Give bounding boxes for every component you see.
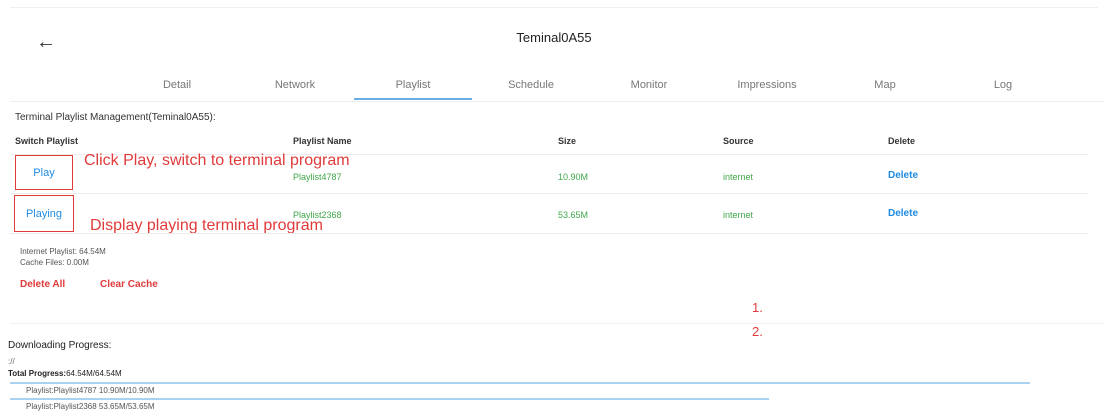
tab-monitor[interactable]: Monitor [590, 70, 708, 100]
download-path: :// [8, 357, 15, 366]
tab-detail[interactable]: Detail [118, 70, 236, 100]
playlist-name: Playlist2368 [293, 210, 342, 220]
delete-link[interactable]: Delete [888, 170, 918, 181]
tab-impressions[interactable]: Impressions [708, 70, 826, 100]
section-divider [10, 323, 1105, 324]
header-source: Source [723, 136, 754, 146]
delete-all-button[interactable]: Delete All [20, 279, 65, 290]
playlist-download-item: Playlist:Playlist2368 53.65M/53.65M [26, 402, 155, 411]
table-row-divider [10, 193, 1088, 194]
tab-playlist[interactable]: Playlist [354, 70, 472, 100]
page-title: Teminal0A55 [516, 30, 592, 45]
tab-log[interactable]: Log [944, 70, 1062, 100]
play-button[interactable]: Play [15, 155, 73, 190]
playlist-name: Playlist4787 [293, 172, 342, 182]
tab-bar: Detail Network Playlist Schedule Monitor… [118, 70, 1062, 100]
tab-schedule[interactable]: Schedule [472, 70, 590, 100]
annotation-number-1: 1. [752, 300, 763, 315]
section-title: Terminal Playlist Management(Teminal0A55… [15, 112, 216, 123]
top-divider [10, 7, 1098, 8]
item-progress-bar [10, 398, 769, 400]
internet-playlist-total: Internet Playlist: 64.54M [20, 247, 106, 256]
playlist-download-item: Playlist:Playlist4787 10.90M/10.90M [26, 386, 155, 395]
total-progress-value: 64.54M/64.54M [66, 369, 122, 378]
playlist-source: internet [723, 172, 754, 182]
playlist-size: 10.90M [558, 172, 589, 182]
cache-files-total: Cache Files: 0.00M [20, 258, 89, 267]
playing-button[interactable]: Playing [14, 195, 74, 232]
total-progress-label: Total Progress: [8, 369, 67, 378]
playlist-source: internet [723, 210, 754, 220]
header-playlist-name: Playlist Name [293, 136, 352, 146]
downloading-progress-title: Downloading Progress: [8, 340, 112, 351]
header-switch-playlist: Switch Playlist [15, 136, 79, 146]
play-annotation: Click Play, switch to terminal program [84, 152, 350, 169]
annotation-number-2: 2. [752, 324, 763, 339]
total-progress: Total Progress:64.54M/64.54M [8, 369, 122, 378]
tabs-divider [10, 101, 1105, 102]
header-size: Size [558, 136, 577, 146]
header-delete: Delete [888, 136, 916, 146]
tab-map[interactable]: Map [826, 70, 944, 100]
table-row-divider [10, 233, 1088, 234]
total-progress-bar [10, 382, 1030, 384]
delete-link[interactable]: Delete [888, 208, 918, 219]
playlist-size: 53.65M [558, 210, 589, 220]
tab-network[interactable]: Network [236, 70, 354, 100]
clear-cache-button[interactable]: Clear Cache [100, 279, 158, 290]
